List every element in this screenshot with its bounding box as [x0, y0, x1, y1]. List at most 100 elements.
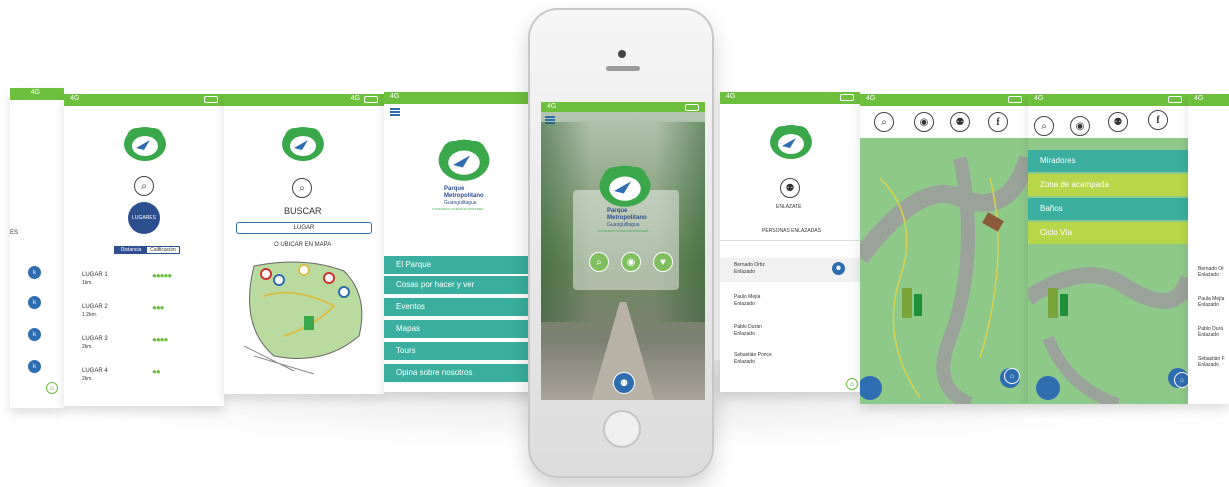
status-bar: 4G	[720, 92, 860, 104]
status-bar: 4G	[64, 94, 224, 106]
menu-icon[interactable]	[390, 108, 400, 116]
place-distance-2: 1.2km.	[82, 312, 98, 318]
park-map[interactable]: ⌂	[860, 138, 1028, 404]
screen-menu: 4G Parque Metropolitano Guangüiltagua CO…	[384, 92, 534, 392]
screen-places-list: 4G ES k k k k ⌂	[10, 88, 64, 408]
right-person-2-status: Enlazado	[1198, 302, 1219, 308]
search-icon[interactable]: ⌕	[1034, 116, 1054, 136]
sort-distance-tab[interactable]: Distancia	[115, 247, 147, 253]
person-row-4[interactable]: Sebastián Ponce Enlazado	[720, 348, 860, 368]
search-title: BUSCAR	[284, 206, 322, 216]
park-name-line1: Parque	[607, 208, 628, 214]
screen-search: 4G ⌕ BUSCAR LUGAR O UBICAR EN MAPA ⌂	[224, 94, 384, 394]
place-distance-3: 2km.	[82, 344, 93, 350]
right-person-1-status: Enlazado	[1198, 272, 1219, 278]
home-icon[interactable]: ⌂	[46, 382, 58, 394]
park-city: Guangüiltagua	[444, 200, 477, 206]
status-bar: 4G	[1028, 94, 1188, 106]
location-icon[interactable]: ◉	[1070, 116, 1090, 136]
section-title: PERSONAS ENLAZADAS	[762, 228, 821, 234]
search-icon[interactable]: ⌕	[874, 112, 894, 132]
right-person-3-status: Enlazado	[1198, 332, 1219, 338]
place-name-1[interactable]: LUGAR 1	[82, 272, 108, 278]
list-header-label: ES	[10, 230, 19, 236]
people-icon[interactable]: ⚉	[1108, 112, 1128, 132]
home-icon[interactable]: ⌂	[1004, 368, 1020, 384]
sort-rating-tab[interactable]: Calificación	[147, 247, 179, 253]
battery-icon	[1168, 96, 1182, 103]
battery-icon	[1008, 96, 1022, 103]
phone-device: 4G Parque Metropolitano Guangüiltagua CO…	[528, 8, 714, 478]
park-logo	[122, 124, 168, 162]
park-name-line1: Parque	[444, 186, 465, 192]
battery-icon	[364, 96, 378, 103]
category-miradores[interactable]: Miradores	[1028, 150, 1188, 172]
status-bar: 4G	[224, 94, 384, 106]
people-icon[interactable]: ⚉	[832, 262, 845, 275]
phone-screen: 4G Parque Metropolitano Guangüiltagua CO…	[541, 102, 705, 400]
home-icon[interactable]: ⌂	[846, 378, 858, 390]
category-ciclovia[interactable]: Ciclo Vía	[1028, 222, 1188, 244]
people-icon[interactable]: ⚉	[950, 112, 970, 132]
menu-item-opina[interactable]: Opina sobre nosotros	[384, 364, 534, 382]
screen-social: 4G ⚉ ENLÁZATE PERSONAS ENLAZADAS Bernado…	[720, 92, 860, 392]
place-name-2[interactable]: LUGAR 2	[82, 304, 108, 310]
screen-map-categories: 4G ⌕ ◉ ⚉ f ⌂ Miradores Zona de acampada …	[1028, 94, 1188, 404]
location-icon[interactable]: ◉	[621, 252, 641, 272]
screen-lugares: 4G ⌕ LUGARES Distancia Calificación LUGA…	[64, 94, 224, 406]
people-icon[interactable]: ⚉	[613, 372, 635, 394]
person-row-2[interactable]: Paulo Mejía Enlazado	[720, 290, 860, 310]
people-icon[interactable]: ⚉	[780, 178, 800, 198]
battery-icon	[840, 94, 854, 101]
park-map-thumbnail[interactable]	[234, 256, 374, 375]
search-icon[interactable]: ⌕	[589, 252, 609, 272]
place-rating-3: ●●●●	[152, 335, 168, 344]
divider	[720, 240, 860, 241]
lugares-badge[interactable]: LUGARES	[128, 202, 160, 234]
sort-toggle: Distancia Calificación	[114, 246, 180, 254]
place-badge-3[interactable]: k	[28, 328, 41, 341]
menu-item-mapas[interactable]: Mapas	[384, 320, 534, 338]
park-tagline: CONSORCIO CIUDAD ECOSISTEMA	[432, 207, 484, 211]
place-badge-1[interactable]: k	[28, 266, 41, 279]
park-city: Guangüiltagua	[607, 222, 640, 228]
place-name-4[interactable]: LUGAR 4	[82, 368, 108, 374]
home-icon[interactable]: ⌂	[1174, 372, 1188, 388]
menu-item-tours[interactable]: Tours	[384, 342, 534, 360]
status-bar: 4G	[1188, 94, 1229, 106]
search-icon[interactable]: ⌕	[134, 176, 154, 196]
category-acampada[interactable]: Zona de acampada	[1028, 174, 1188, 196]
search-input[interactable]: LUGAR	[236, 222, 372, 234]
menu-item-cosas[interactable]: Cosas por hacer y ver	[384, 276, 534, 294]
category-banos[interactable]: Baños	[1028, 198, 1188, 220]
camera	[618, 50, 626, 58]
search-icon[interactable]: ⌕	[292, 178, 312, 198]
battery-icon	[685, 104, 699, 111]
place-name-3[interactable]: LUGAR 3	[82, 336, 108, 342]
right-person-4-status: Enlazado	[1198, 362, 1219, 368]
screen-map: 4G ⌕ ◉ ⚉ f ⌂	[860, 94, 1028, 404]
menu-item-el-parque[interactable]: El Parque	[384, 256, 534, 274]
place-distance-1: 1km.	[82, 280, 93, 286]
home-key[interactable]	[603, 410, 641, 448]
park-name-line2: Metropolitano	[607, 215, 647, 221]
place-distance-4: 2km.	[82, 376, 93, 382]
status-bar: 4G	[541, 102, 705, 112]
person-row-1[interactable]: Bernado Ortiz Enlazado ⚉	[720, 258, 860, 282]
location-icon[interactable]: ◉	[914, 112, 934, 132]
enlazate-label: ENLÁZATE	[776, 204, 802, 210]
map-prompt: O UBICAR EN MAPA	[274, 242, 332, 248]
park-logo	[436, 136, 492, 182]
place-rating-4: ●●	[152, 367, 161, 376]
earpiece	[606, 66, 640, 71]
facebook-icon[interactable]: f	[1148, 110, 1168, 130]
status-bar: 4G	[860, 94, 1028, 106]
status-bar: 4G	[384, 92, 534, 104]
person-row-3[interactable]: Pablo Durán Enlazado	[720, 320, 860, 340]
place-rating-1: ●●●●●	[152, 271, 172, 280]
facebook-icon[interactable]: f	[988, 112, 1008, 132]
menu-item-eventos[interactable]: Eventos	[384, 298, 534, 316]
heart-icon[interactable]: ♥	[653, 252, 673, 272]
place-badge-2[interactable]: k	[28, 296, 41, 309]
place-badge-4[interactable]: k	[28, 360, 41, 373]
